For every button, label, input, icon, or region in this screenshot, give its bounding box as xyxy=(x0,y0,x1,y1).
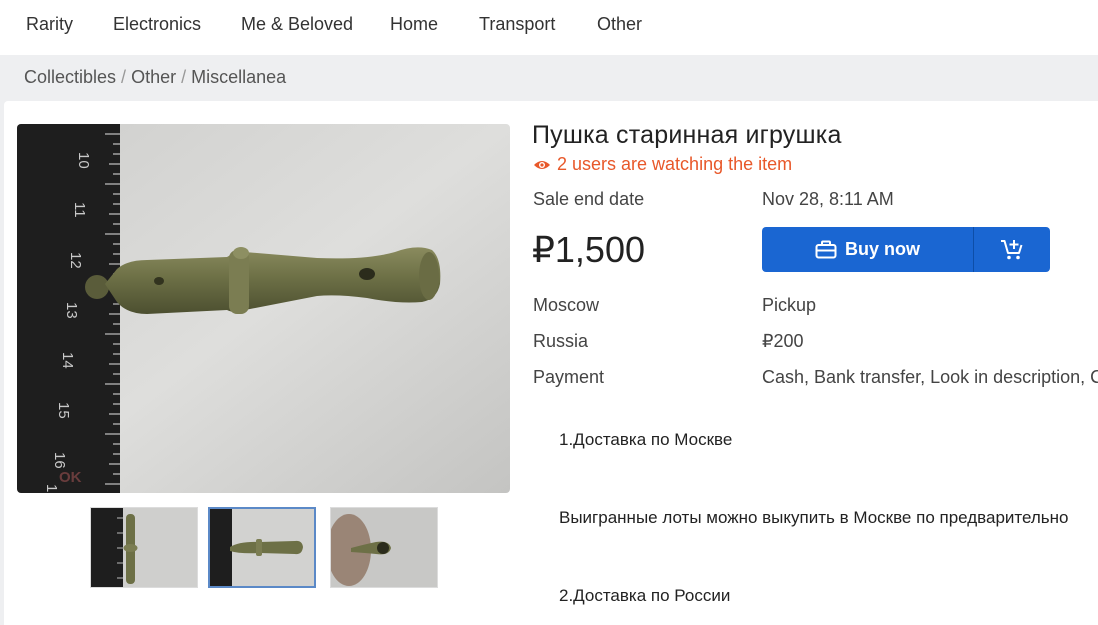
payment-label: Payment xyxy=(533,367,605,387)
main-photo[interactable]: 10 11 12 13 14 15 16 17 OK xyxy=(17,124,510,493)
top-nav: Rarity Electronics Me & Beloved Home Tra… xyxy=(0,0,1098,55)
thumbnail-image xyxy=(210,509,314,586)
breadcrumb-other[interactable]: Other xyxy=(131,67,176,87)
nav-item-rarity[interactable]: Rarity xyxy=(26,14,73,35)
breadcrumb-separator: / xyxy=(121,67,127,87)
nav-item-electronics[interactable]: Electronics xyxy=(113,14,201,35)
sale-end-value: Nov 28, 8:11 AM xyxy=(762,189,894,209)
add-to-cart-icon xyxy=(1001,239,1023,259)
photo-watermark: OK xyxy=(59,469,82,486)
item-title: Пушка старинная игрушка xyxy=(532,121,842,149)
thumbnail-3[interactable] xyxy=(330,507,438,588)
svg-text:13: 13 xyxy=(63,302,80,319)
breadcrumb: Collectibles / Other / Miscellanea xyxy=(24,67,286,88)
nav-item-home[interactable]: Home xyxy=(390,14,438,35)
svg-text:11: 11 xyxy=(71,202,88,218)
svg-text:14: 14 xyxy=(59,352,76,369)
nav-item-other[interactable]: Other xyxy=(597,14,642,35)
location-country: Russia xyxy=(533,331,589,351)
svg-text:16: 16 xyxy=(51,452,68,469)
nav-item-me-beloved[interactable]: Me & Beloved xyxy=(241,14,353,35)
svg-text:17: 17 xyxy=(43,484,60,493)
thumbnail-2[interactable] xyxy=(208,507,316,588)
delivery-cost: ₽200 xyxy=(762,331,804,351)
thumbnail-image xyxy=(331,508,437,587)
description-line: 1.Доставка по Москве xyxy=(559,430,733,449)
breadcrumb-separator: / xyxy=(181,67,187,87)
watchers-text: 2 users are watching the item xyxy=(557,154,793,174)
delivery-method: Pickup xyxy=(762,295,817,315)
item-price: ₽1,500 xyxy=(532,229,645,270)
description-line: 2.Доставка по России xyxy=(559,586,731,605)
thumbnail-image xyxy=(91,508,197,587)
briefcase-icon xyxy=(815,240,837,259)
svg-text:15: 15 xyxy=(55,402,72,419)
breadcrumb-miscellanea[interactable]: Miscellanea xyxy=(191,67,286,87)
nav-item-transport[interactable]: Transport xyxy=(479,14,555,35)
buy-now-button[interactable]: Buy now xyxy=(762,227,973,272)
watchers-notice: 2 users are watching the item xyxy=(533,154,792,175)
main-photo-image: 10 11 12 13 14 15 16 17 OK xyxy=(17,124,510,493)
breadcrumb-collectibles[interactable]: Collectibles xyxy=(24,67,116,87)
add-to-cart-button[interactable] xyxy=(974,227,1050,272)
payment-value: Cash, Bank transfer, Look in description… xyxy=(762,367,1098,387)
description-line: Выигранные лоты можно выкупить в Москве … xyxy=(559,508,1069,527)
svg-text:12: 12 xyxy=(67,252,84,269)
buy-button-group: Buy now xyxy=(762,227,1050,272)
buy-now-label: Buy now xyxy=(845,239,920,259)
eye-icon xyxy=(534,160,550,169)
location-city: Moscow xyxy=(533,295,600,315)
sale-end-label: Sale end date xyxy=(533,189,645,209)
svg-text:10: 10 xyxy=(75,152,92,169)
thumbnail-1[interactable] xyxy=(90,507,198,588)
